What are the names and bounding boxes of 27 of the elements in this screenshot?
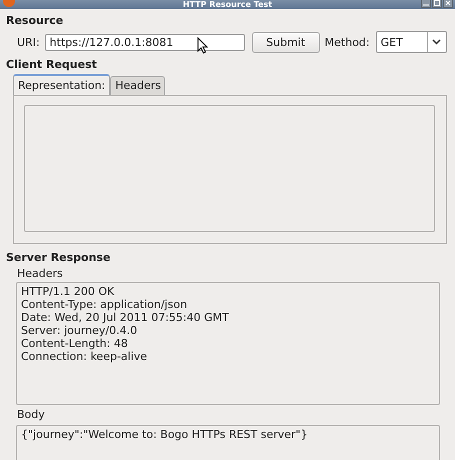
header-line: Connection: keep-alive [21, 350, 148, 363]
header-line: Content-Length: 48 [21, 337, 129, 350]
maximize-icon[interactable] [432, 0, 442, 8]
method-dropdown[interactable]: GET [376, 31, 447, 53]
submit-button[interactable]: Submit [252, 32, 320, 52]
window-title: HTTP Resource Test [182, 0, 272, 9]
minimize-icon[interactable] [421, 0, 431, 8]
headers-label: Headers [17, 267, 64, 280]
section-heading: Resource [6, 14, 64, 27]
header-line: HTTP/1.1 200 OK [21, 285, 116, 298]
uri-label: URI: [17, 36, 40, 48]
body-text: {"journey":"Welcome to: Bogo HTTPs REST server"} [21, 428, 309, 441]
mouse-pointer-icon [197, 37, 208, 54]
close-icon[interactable] [443, 0, 453, 8]
header-line: Date: Wed, 20 Jul 2011 07:55:40 GMT [21, 311, 230, 324]
section-heading: Server Response [6, 251, 112, 264]
tab[interactable]: Headers [110, 76, 166, 95]
response-body-area[interactable]: {"journey":"Welcome to: Bogo HTTPs REST server"} [16, 425, 440, 460]
header-line: Server: journey/0.4.0 [21, 324, 138, 337]
body-label: Body [17, 408, 46, 421]
section-heading: Client Request [6, 58, 98, 71]
chevron-down-icon [432, 39, 442, 45]
method-label: Method: [324, 36, 370, 48]
header-line: Content-Type: application/json [21, 298, 188, 311]
uri-field[interactable]: https://127.0.0.1:8081 [44, 34, 245, 50]
tab[interactable]: Representation: [13, 74, 110, 95]
response-headers-area[interactable]: HTTP/1.1 200 OK Content-Type: application/json Date: Wed, 20 Jul 2011 07:55:40 GMT Server: journey/0.4.0 Content-Length: 48 Connection: keep-alive [16, 282, 440, 405]
